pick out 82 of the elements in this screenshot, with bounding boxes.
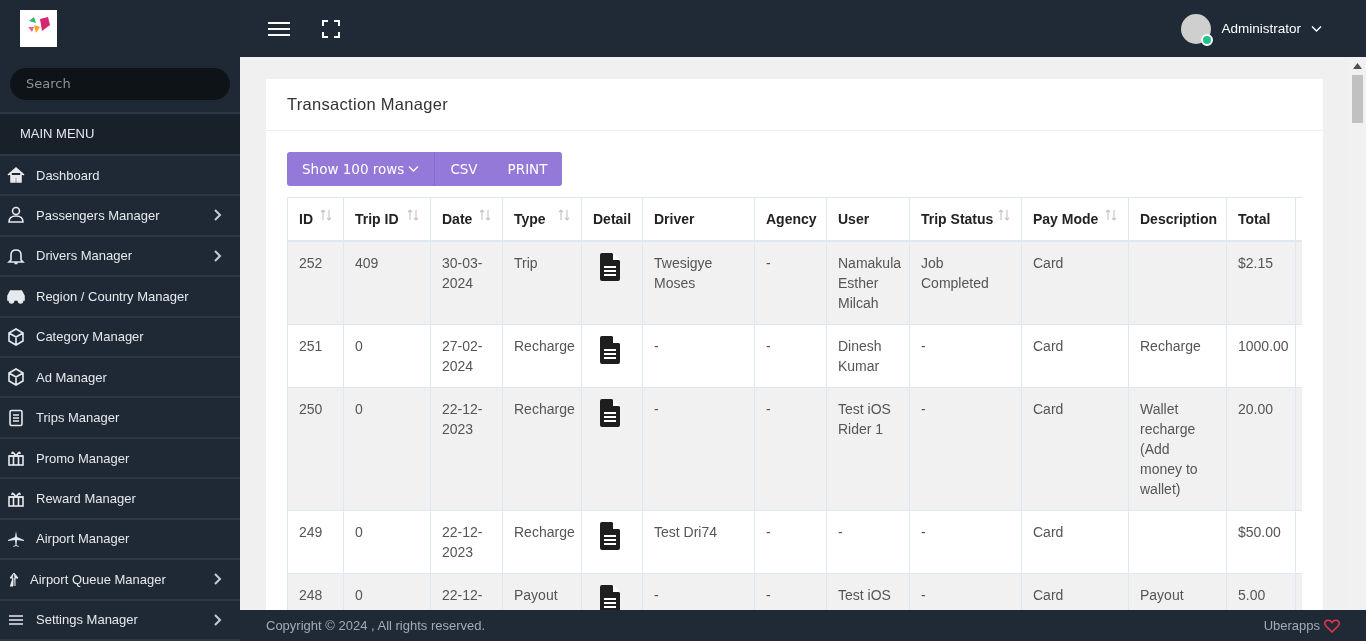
table-cell-text: Trip: [514, 254, 538, 273]
table-cell-text: 251: [299, 337, 323, 356]
table-cell-text: -: [654, 400, 659, 419]
document-icon: [6, 407, 26, 428]
table-cell-text: Recharge: [1140, 337, 1201, 356]
table-cell-text: Card: [1033, 586, 1064, 605]
scrollbar-thumb[interactable]: [1352, 75, 1363, 123]
table-cell-text: Twesigye Moses: [654, 254, 714, 293]
scroll-up-icon[interactable]: [1353, 63, 1362, 69]
heart-icon: [1324, 618, 1340, 633]
logo[interactable]: [20, 9, 57, 47]
column-header[interactable]: Type: [514, 209, 546, 229]
document-icon[interactable]: [598, 336, 620, 364]
document-icon[interactable]: [598, 399, 620, 427]
column-header[interactable]: ID: [299, 209, 313, 229]
table-cell-text: Wallet recharge (Add money to wallet): [1140, 400, 1199, 499]
table-cell-text: Test iOS: [838, 586, 891, 605]
table-cell-text: 20.00: [1238, 400, 1274, 419]
table-cell-text: Card: [1033, 337, 1064, 356]
table-cell-text: 252: [299, 254, 323, 273]
table-cell-text: Namakula Esther Milcah: [838, 254, 902, 313]
table-cell-text: -: [766, 523, 771, 542]
table-cell-text: 0: [355, 523, 363, 542]
document-icon[interactable]: [598, 585, 620, 610]
search-field[interactable]: Search: [10, 67, 230, 100]
cube-icon: [6, 326, 26, 347]
table-cell-text: 250: [299, 400, 323, 419]
table-cell-text: 0: [355, 586, 363, 605]
table-cell-text: Card: [1033, 400, 1064, 419]
table-cell-text: Payout: [514, 586, 558, 605]
table-cell-text: -: [654, 586, 659, 605]
person-icon: [6, 205, 26, 226]
table-cell-text: Dinesh Kumar: [838, 337, 883, 376]
table-cell-text: -: [766, 254, 771, 273]
table-cell-text: $50.00: [1238, 523, 1281, 542]
table-cell-text: $2.15: [1238, 254, 1274, 273]
document-icon[interactable]: [598, 522, 620, 550]
table-cell-text: -: [766, 400, 771, 419]
menu-icon[interactable]: [268, 19, 290, 38]
card-title: Transaction Manager: [266, 79, 1323, 131]
home-icon: [6, 165, 26, 186]
table-cell-text: Job Completed: [921, 254, 990, 293]
table-cell-text: -: [838, 523, 843, 542]
cube-icon: [6, 367, 26, 388]
table-cell-text: 0: [355, 400, 363, 419]
table-cell-text: Payout: [1140, 586, 1184, 605]
menu-heading: MAIN MENU: [0, 113, 240, 156]
table-cell-text: -: [921, 523, 926, 542]
table-cell-text: Recharge: [514, 523, 575, 542]
table-cell-text: -: [921, 337, 926, 356]
table-cell-text: Recharge: [514, 337, 575, 356]
table-cell-text: -: [654, 337, 659, 356]
chevron-down-icon: [1311, 24, 1322, 33]
user-menu[interactable]: Administrator: [1175, 12, 1328, 45]
table-cell-text: Test Dri74: [654, 523, 718, 542]
table-cell-text: 5.00: [1238, 586, 1266, 605]
table-cell-text: Card: [1033, 254, 1064, 273]
table-cell-text: 1000.00: [1238, 337, 1289, 356]
column-header[interactable]: User: [838, 209, 870, 229]
brand-link[interactable]: Uberapps: [1263, 618, 1320, 633]
table-cell-text: 22-12-2023: [442, 400, 484, 439]
table-cell-text: Card: [1033, 523, 1064, 542]
table-cell-text: 249: [299, 523, 323, 542]
table-cell-text: 22-12-2023: [442, 523, 484, 562]
fullscreen-icon[interactable]: [322, 19, 340, 38]
table-cell-text: -: [921, 586, 926, 605]
table-cell-text: -: [766, 586, 771, 605]
table-cell-text: 30-03-2024: [442, 254, 484, 293]
column-header[interactable]: Date: [442, 209, 473, 229]
chevron-down-icon: [408, 165, 420, 173]
column-header[interactable]: Driver: [654, 209, 695, 229]
table-cell-text: -: [766, 337, 771, 356]
table-cell-text: -: [921, 400, 926, 419]
table-cell-text: 409: [355, 254, 379, 273]
table-cell-text: 22-12-: [442, 586, 483, 605]
table-cell-text: 27-02-2024: [442, 337, 484, 376]
table-cell-text: 0: [355, 337, 363, 356]
table-cell-text: Test iOS Rider 1: [838, 400, 892, 439]
table-cell-text: 248: [299, 586, 323, 605]
document-icon[interactable]: [598, 253, 620, 281]
copyright-text: Copyright © 2024 , All rights reserved.: [266, 618, 486, 633]
table-cell-text: Recharge: [514, 400, 575, 419]
